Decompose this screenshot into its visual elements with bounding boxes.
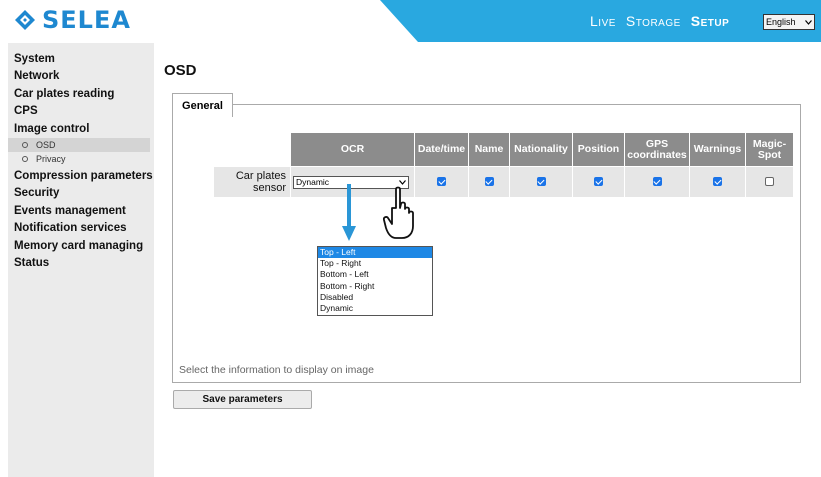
table-header-row: OCR Date/time Name Nationality Position … [213, 132, 794, 167]
dropdown-option-disabled[interactable]: Disabled [318, 292, 432, 303]
datetime-checkbox[interactable] [437, 177, 446, 187]
hint-text: Select the information to display on ima… [179, 364, 374, 376]
sidebar-item-network[interactable]: Network [8, 68, 154, 85]
dropdown-option-bottom-right[interactable]: Bottom - Right [318, 281, 432, 292]
column-header-name: Name [468, 132, 510, 167]
nav-live[interactable]: Live [590, 13, 616, 29]
sidebar-subitem-label: OSD [36, 140, 56, 151]
sidebar-item-events-management[interactable]: Events management [8, 203, 154, 220]
table-row: Car plates sensor Dynamic [213, 166, 794, 198]
column-header-ocr: OCR [290, 132, 415, 167]
sidebar-subitem-label: Privacy [36, 154, 66, 165]
chevron-down-icon [399, 179, 406, 185]
column-header-magic-spot: Magic-Spot [745, 132, 794, 167]
name-cell [468, 166, 510, 198]
arrow-down-icon [342, 184, 356, 241]
gps-coordinates-checkbox[interactable] [652, 177, 662, 187]
warnings-checkbox[interactable] [713, 177, 722, 187]
sidebar-item-notification-services[interactable]: Notification services [8, 220, 154, 237]
nationality-cell [509, 166, 573, 198]
column-header-warnings: Warnings [689, 132, 746, 167]
pointing-hand-icon [383, 186, 414, 239]
column-header-position: Position [572, 132, 625, 167]
sidebar-item-security[interactable]: Security [8, 185, 154, 202]
ocr-select-value: Dynamic [296, 177, 330, 187]
osd-table: OCR Date/time Name Nationality Position … [213, 132, 794, 198]
gps-cell [624, 166, 690, 198]
sidebar-item-car-plates-reading[interactable]: Car plates reading [8, 86, 154, 103]
language-select[interactable]: English [763, 14, 815, 30]
dropdown-option-top-right[interactable]: Top - Right [318, 258, 432, 269]
chevron-down-icon [805, 19, 812, 25]
column-header-datetime: Date/time [414, 132, 469, 167]
warnings-cell [689, 166, 746, 198]
bullet-icon [22, 142, 28, 149]
logo-diamond-icon [15, 10, 35, 30]
magic-spot-checkbox[interactable] [765, 177, 774, 187]
nav-setup[interactable]: Setup [691, 13, 730, 29]
sidebar-item-image-control[interactable]: Image control [8, 121, 154, 138]
sidebar-item-compression-parameters[interactable]: Compression parameters [8, 168, 154, 185]
ocr-dropdown-list: Top - Left Top - Right Bottom - Left Bot… [317, 246, 433, 316]
table-corner [213, 132, 291, 167]
position-cell [572, 166, 625, 198]
sidebar-subitem-osd[interactable]: OSD [8, 138, 150, 153]
column-header-gps-coordinates: GPS coordinates [624, 132, 690, 167]
position-checkbox[interactable] [594, 177, 603, 187]
tab-general[interactable]: General [172, 93, 233, 117]
magic-spot-cell [745, 166, 794, 198]
sidebar-item-memory-card-managing[interactable]: Memory card managing [8, 238, 154, 255]
name-checkbox[interactable] [484, 177, 494, 187]
row-label: Car plates sensor [213, 166, 291, 198]
nationality-checkbox[interactable] [536, 177, 546, 187]
page-title: OSD [164, 62, 197, 79]
dropdown-option-top-left[interactable]: Top - Left [318, 247, 432, 259]
bullet-icon [22, 156, 28, 163]
dropdown-option-dynamic[interactable]: Dynamic [318, 303, 432, 314]
sidebar-subitem-privacy[interactable]: Privacy [8, 152, 150, 166]
language-value: English [766, 17, 796, 27]
header: SELEA Live Storage Setup English [0, 0, 821, 42]
sidebar: System Network Car plates reading CPS Im… [8, 43, 154, 477]
dropdown-option-bottom-left[interactable]: Bottom - Left [318, 269, 432, 280]
nav-storage[interactable]: Storage [626, 13, 681, 29]
sidebar-item-cps[interactable]: CPS [8, 103, 154, 120]
sidebar-item-status[interactable]: Status [8, 255, 154, 272]
top-nav: Live Storage Setup [590, 13, 729, 29]
column-header-nationality: Nationality [509, 132, 573, 167]
brand-name: SELEA [42, 6, 131, 34]
logo: SELEA [14, 6, 131, 34]
datetime-cell [414, 166, 469, 198]
sidebar-item-system[interactable]: System [8, 51, 154, 68]
save-parameters-button[interactable]: Save parameters [173, 390, 312, 409]
